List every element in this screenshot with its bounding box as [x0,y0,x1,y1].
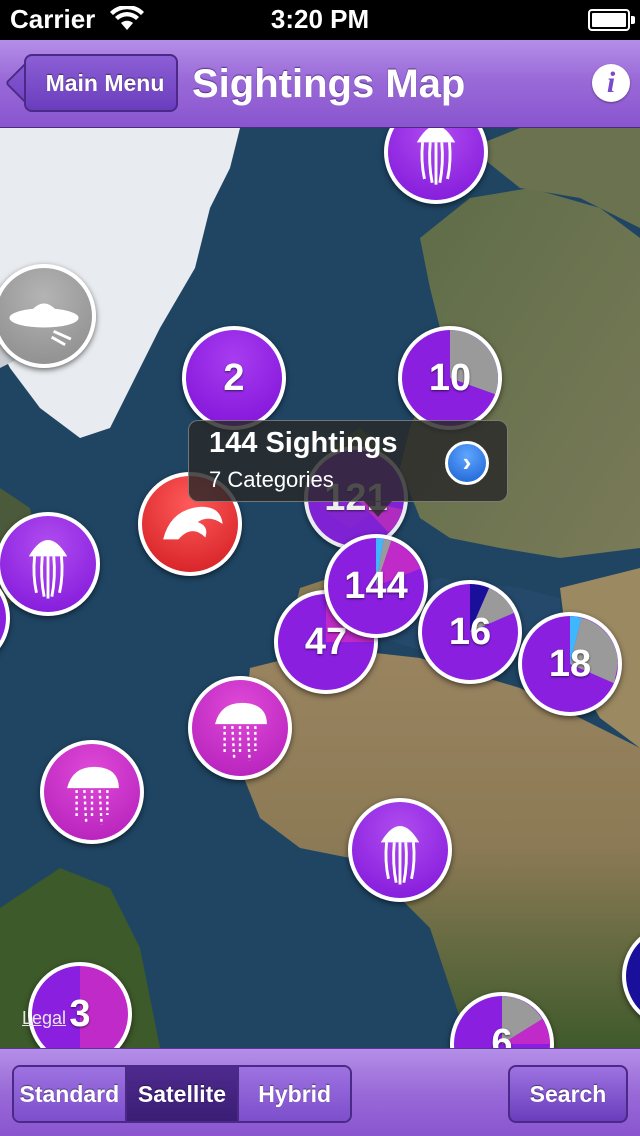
portuguese-man-of-war-icon [215,702,267,761]
jellyfish-icon [28,540,68,599]
portuguese-man-of-war-marker[interactable] [40,740,144,844]
callout-pointer [364,501,392,517]
ufo-marker[interactable] [0,264,96,368]
cluster-marker[interactable]: 10 [398,326,502,430]
legal-link[interactable]: Legal [22,1008,66,1029]
cluster-marker[interactable]: 6 [450,992,554,1048]
cluster-count: 16 [448,610,492,653]
clock: 3:20 PM [270,4,370,34]
cluster-count: 144 [344,564,408,607]
portuguese-man-of-war-marker[interactable] [188,676,292,780]
callout-subtitle: 7 Categories [209,467,334,492]
sightings-callout[interactable]: 144 Sightings 7 Categories › [188,420,508,502]
segment-hybrid[interactable]: Hybrid [237,1067,350,1121]
cluster-count: 18 [548,642,592,685]
cluster-count: 3 [69,992,91,1035]
main-menu-back-button[interactable]: Main Menu [4,54,178,112]
cluster-count: 10 [428,356,472,399]
cluster-marker[interactable]: 2 [182,326,286,430]
cluster-count: 2 [223,356,245,399]
portuguese-man-of-war-icon [67,766,119,825]
callout-title: 144 Sightings [209,427,398,459]
satellite-map-background [0,128,640,1048]
jellyfish-marker[interactable] [348,798,452,902]
cluster-marker[interactable]: 144 [324,534,428,638]
back-button-label: Main Menu [45,70,165,96]
cluster-marker[interactable]: 16 [418,580,522,684]
jellyfish-icon [380,826,420,885]
search-button[interactable]: Search [508,1065,628,1123]
ufo-icon [9,303,79,347]
segment-standard[interactable]: Standard [14,1067,125,1121]
status-bar: Carrier 3:20 PM [0,0,640,40]
jellyfish-marker[interactable] [0,512,100,616]
map-type-segmented-control[interactable]: Standard Satellite Hybrid [12,1065,352,1123]
disclosure-arrow-icon[interactable]: › [445,441,489,485]
sightings-map[interactable]: 2 10 121 47 144 16 [0,128,640,1048]
cluster-marker[interactable]: 3 [28,962,132,1048]
navigation-bar: Main Menu Sightings Map i [0,40,640,128]
page-title: Sightings Map [192,62,466,106]
cluster-count: 6 [491,1022,513,1048]
jellyfish-icon [416,128,456,185]
info-icon[interactable]: i [592,64,630,102]
jellyfish-marker[interactable] [384,128,488,204]
bottom-toolbar: Standard Satellite Hybrid Search [0,1048,640,1136]
battery-icon [588,9,635,31]
cluster-marker[interactable]: 18 [518,612,622,716]
segment-satellite[interactable]: Satellite [124,1067,238,1121]
